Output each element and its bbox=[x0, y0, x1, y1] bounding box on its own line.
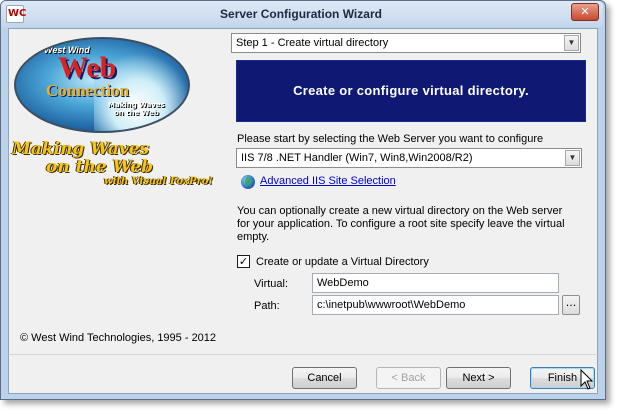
window-title: Server Configuration Wizard bbox=[220, 7, 382, 21]
step-dropdown-value: Step 1 - Create virtual directory bbox=[236, 37, 389, 49]
step-dropdown[interactable]: Step 1 - Create virtual directory ▼ bbox=[231, 33, 581, 53]
logo-web: Web bbox=[58, 51, 117, 84]
slogan-line2: on the Web bbox=[46, 157, 153, 177]
step-banner: Create or configure virtual directory. bbox=[236, 60, 586, 122]
slogan: Making Waves on the Web with Visual FoxP… bbox=[12, 140, 222, 188]
slogan-line1: Making Waves bbox=[12, 139, 150, 159]
slogan-line3: with Visual FoxPro! bbox=[104, 176, 213, 187]
web-connection-logo: West Wind Web Connection Making Waves on… bbox=[14, 37, 190, 133]
copyright-text: © West Wind Technologies, 1995 - 2012 bbox=[20, 332, 217, 344]
web-server-dropdown-value: IIS 7/8 .NET Handler (Win7, Win8,Win2008… bbox=[241, 152, 473, 164]
back-button[interactable]: < Back bbox=[376, 367, 441, 389]
globe-icon bbox=[241, 175, 255, 189]
browse-path-button[interactable]: ... bbox=[562, 295, 580, 315]
advanced-iis-site-link[interactable]: Advanced IIS Site Selection bbox=[260, 175, 396, 187]
virtual-input[interactable]: WebDemo bbox=[312, 273, 559, 293]
create-virtual-directory-label[interactable]: Create or update a Virtual Directory bbox=[256, 256, 429, 268]
path-label: Path: bbox=[254, 300, 280, 312]
path-input[interactable]: c:\inetpub\wwwroot\WebDemo bbox=[312, 295, 559, 315]
mouse-cursor-icon bbox=[580, 369, 594, 390]
virtual-label: Virtual: bbox=[254, 278, 289, 290]
logo-connection: Connection bbox=[46, 81, 130, 100]
logo-tagline-line1: Making Waves bbox=[108, 101, 165, 109]
close-button[interactable]: ✕ bbox=[571, 3, 599, 21]
create-virtual-directory-checkbox[interactable]: ✓ bbox=[237, 255, 250, 268]
logo-tagline-line2: on the Web bbox=[113, 109, 159, 117]
web-server-dropdown[interactable]: IIS 7/8 .NET Handler (Win7, Win8,Win2008… bbox=[236, 148, 582, 168]
server-prompt-label: Please start by selecting the Web Server… bbox=[237, 133, 544, 145]
chevron-down-icon[interactable]: ▼ bbox=[564, 35, 579, 51]
cancel-button[interactable]: Cancel bbox=[292, 367, 357, 389]
logo-tagline: Making Waves on the Web bbox=[108, 101, 165, 117]
next-button[interactable]: Next > bbox=[446, 367, 511, 389]
chevron-down-icon[interactable]: ▼ bbox=[565, 150, 580, 166]
virtual-directory-description: You can optionally create a new virtual … bbox=[237, 205, 565, 243]
